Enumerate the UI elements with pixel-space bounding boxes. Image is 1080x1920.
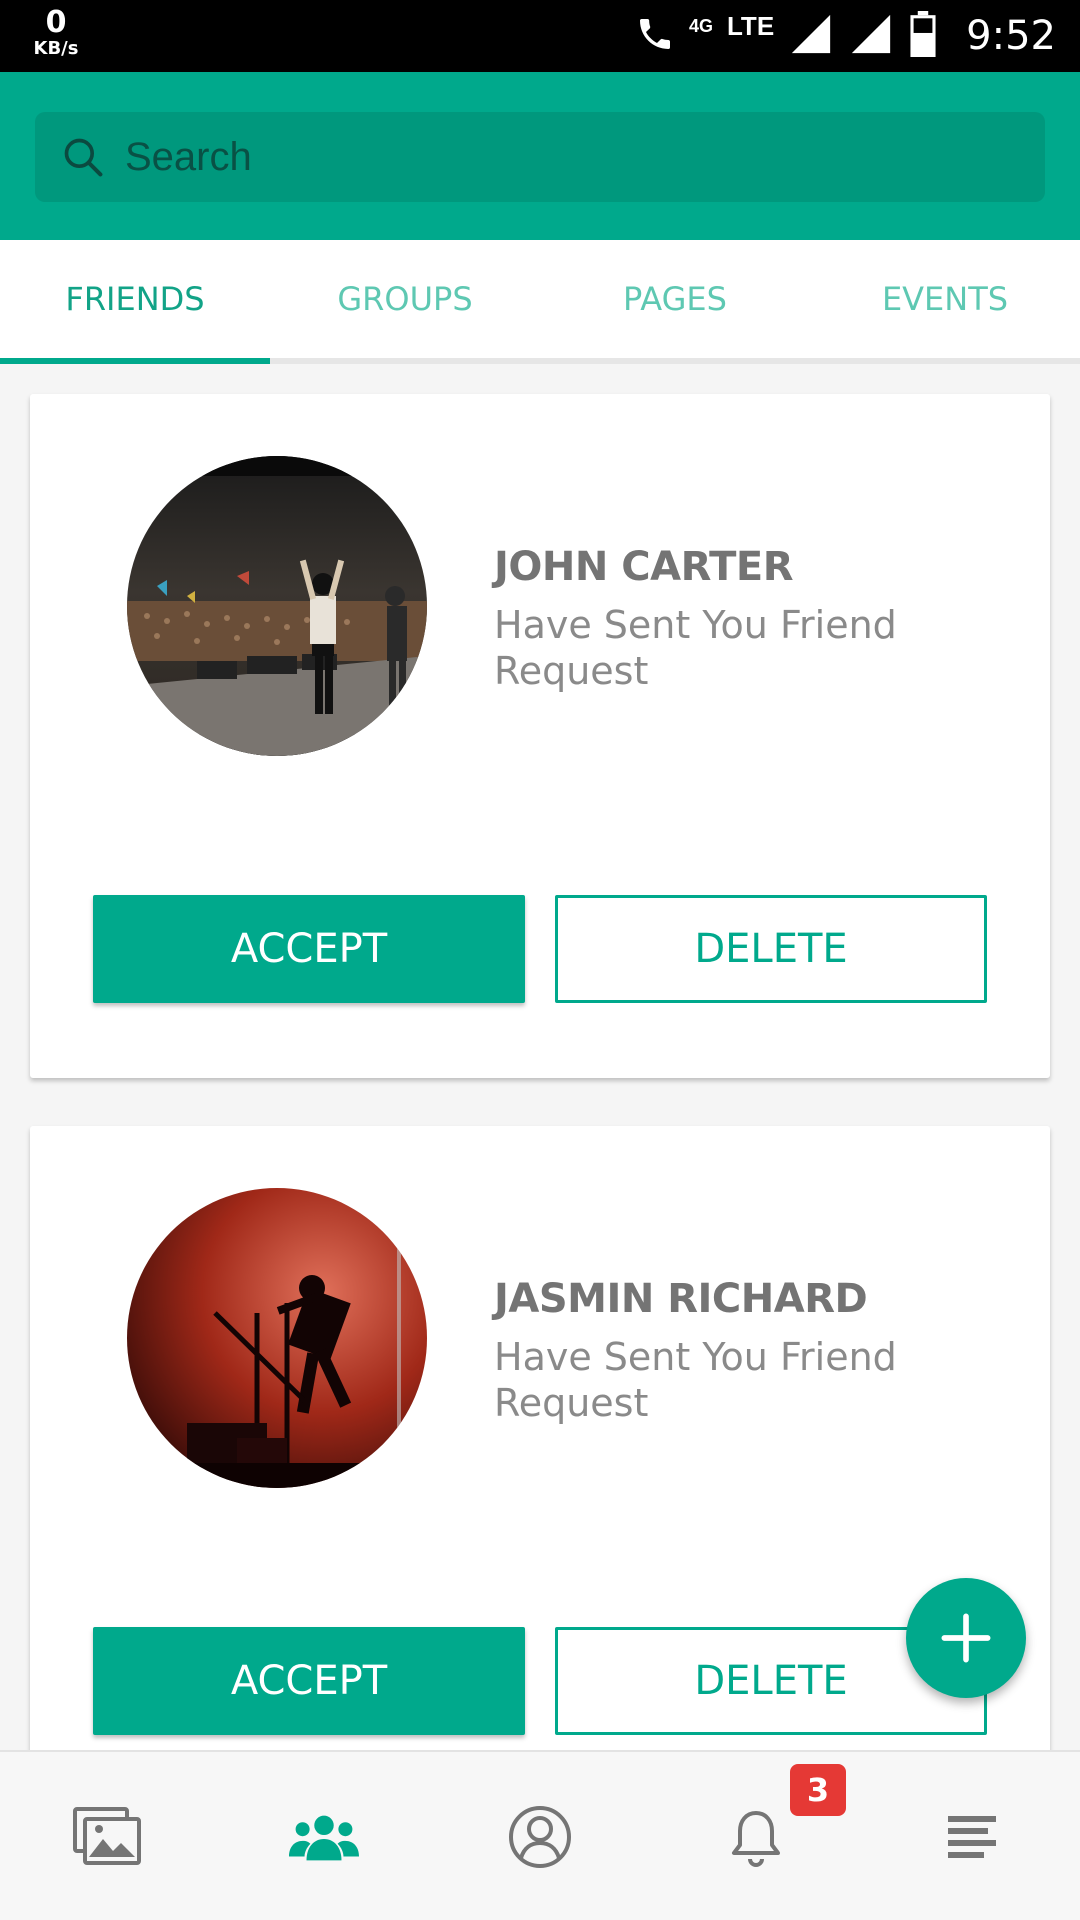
nav-gallery[interactable] (0, 1752, 216, 1920)
delete-button[interactable]: DELETE (555, 895, 987, 1003)
signal-icon (848, 11, 894, 62)
bell-icon (732, 1811, 780, 1867)
notification-badge: 3 (790, 1764, 846, 1816)
friends-icon (289, 1815, 359, 1861)
requester-name: JOHN CARTER (494, 544, 794, 590)
tab-friends[interactable]: FRIENDS (0, 240, 270, 364)
tab-events[interactable]: EVENTS (810, 240, 1080, 358)
request-message: Have Sent You Friend Request (494, 1335, 897, 1425)
request-message: Have Sent You Friend Request (494, 603, 897, 693)
profile-icon (509, 1806, 571, 1868)
network-speed-value: 0 (45, 5, 67, 40)
requester-name: JASMIN RICHARD (494, 1276, 868, 1322)
search-bar[interactable] (35, 112, 1045, 202)
status-bar: 0 KB/s 4G LTE 9:52 (0, 0, 1080, 72)
friend-request-card: JOHN CARTER Have Sent You Friend Request… (30, 394, 1050, 1078)
wifi-calling-icon (635, 14, 675, 59)
nav-menu[interactable] (864, 1752, 1080, 1920)
network-speed-unit: KB/s (33, 38, 79, 59)
search-icon (64, 138, 103, 177)
tab-bar: FRIENDS GROUPS PAGES EVENTS (0, 240, 1080, 364)
network-speed: 0 KB/s (26, 8, 86, 58)
app-header (0, 72, 1080, 240)
gallery-icon (73, 1807, 141, 1865)
accept-button[interactable]: ACCEPT (93, 1627, 525, 1735)
network-lte-label: LTE (726, 10, 775, 41)
nav-friends[interactable] (216, 1752, 432, 1920)
bottom-nav (0, 1750, 1080, 1920)
tab-groups[interactable]: GROUPS (270, 240, 540, 358)
avatar[interactable] (127, 456, 427, 756)
friend-request-card: JASMIN RICHARD Have Sent You Friend Requ… (30, 1126, 1050, 1810)
search-input[interactable] (125, 134, 1005, 180)
menu-icon (948, 1816, 996, 1858)
clock: 9:52 (966, 13, 1056, 59)
signal-icon (788, 11, 834, 62)
plus-icon (941, 1613, 991, 1663)
nav-profile[interactable] (432, 1752, 648, 1920)
tab-pages[interactable]: PAGES (540, 240, 810, 358)
battery-icon (908, 10, 938, 62)
network-4g-label: 4G (688, 15, 713, 36)
accept-button[interactable]: ACCEPT (93, 895, 525, 1003)
add-fab-button[interactable] (906, 1578, 1026, 1698)
avatar[interactable] (127, 1188, 427, 1488)
